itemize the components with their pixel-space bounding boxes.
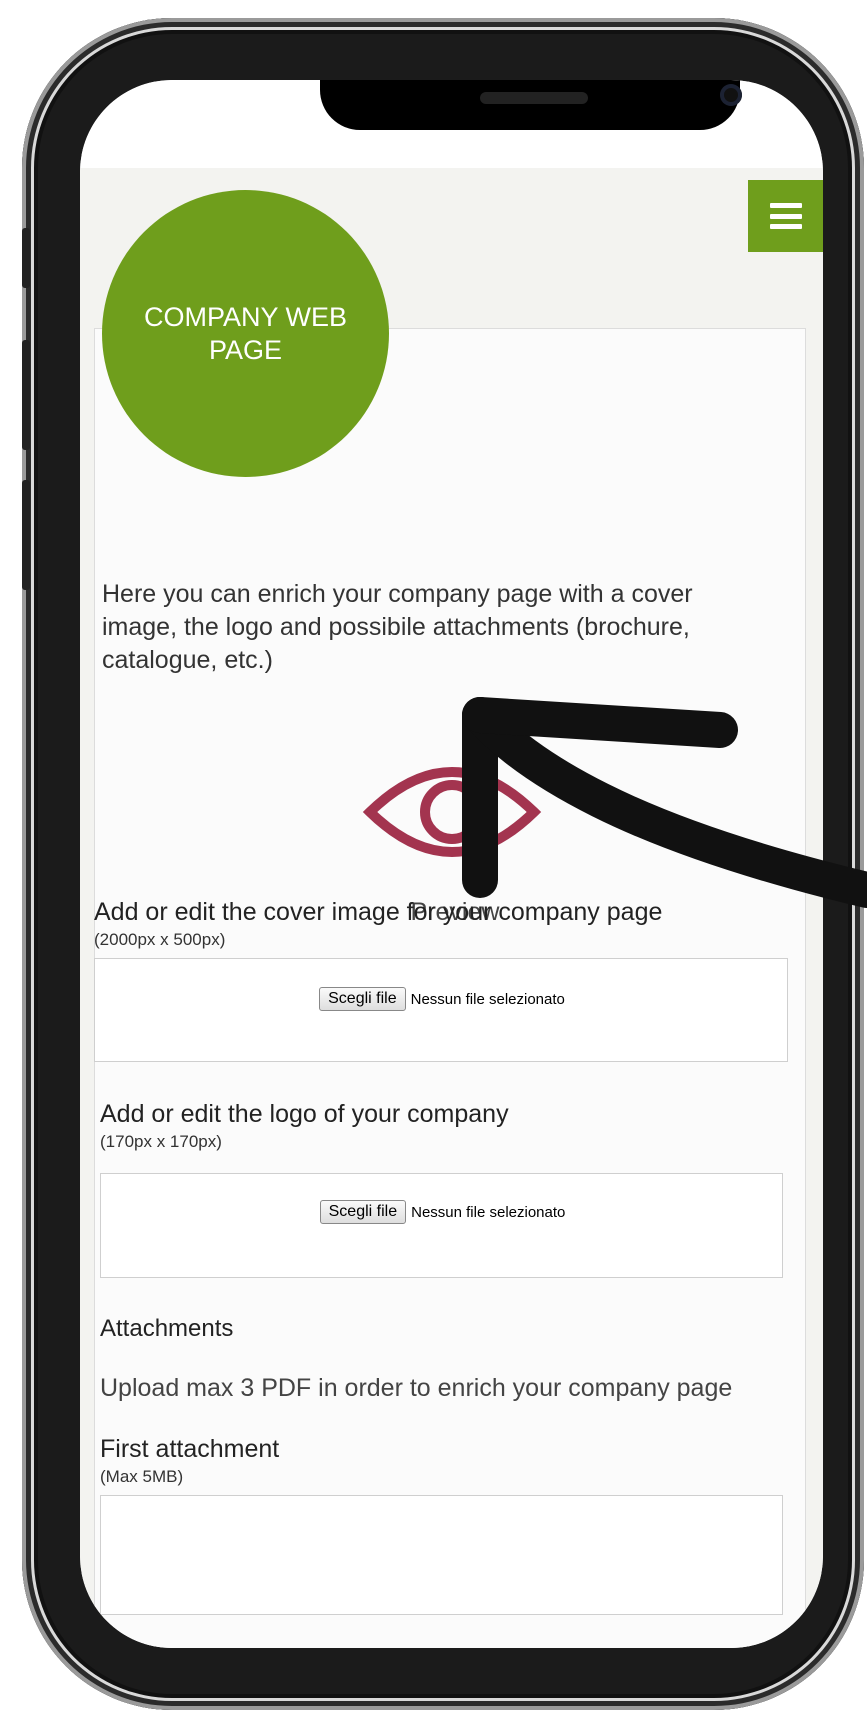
file-status-text: Nessun file selezionato	[411, 1203, 566, 1221]
hamburger-menu-icon	[769, 203, 802, 229]
logo-file-input[interactable]: Scegli file Nessun file selezionato	[101, 1200, 784, 1224]
intro-text: Here you can enrich your company page wi…	[102, 580, 693, 674]
attachments-description: Upload max 3 PDF in order to enrich your…	[100, 1374, 733, 1402]
first-attachment-size-hint: (Max 5MB)	[100, 1467, 184, 1486]
site-logo[interactable]: COMPANY WEB PAGE	[102, 190, 389, 477]
phone-screen: COMPANY WEB PAGE Here you can enrich you…	[80, 80, 823, 1648]
first-attachment-label: First attachment	[100, 1435, 280, 1463]
menu-button[interactable]	[748, 180, 823, 252]
site-logo-text: COMPANY WEB PAGE	[143, 301, 348, 365]
logo-upload-box: Scegli file Nessun file selezionato	[100, 1173, 783, 1278]
cover-image-size-hint: (2000px x 500px)	[94, 930, 226, 949]
choose-file-button[interactable]: Scegli file	[319, 1200, 407, 1224]
notch	[320, 80, 742, 130]
eye-icon[interactable]	[362, 757, 542, 867]
cover-file-input[interactable]: Scegli file Nessun file selezionato	[95, 987, 789, 1011]
logo-size-hint: (170px x 170px)	[100, 1132, 222, 1151]
front-camera	[720, 84, 742, 106]
file-status-text: Nessun file selezionato	[410, 990, 565, 1008]
speaker-grille	[480, 92, 588, 104]
attachments-title: Attachments	[100, 1315, 234, 1342]
volume-down-button	[22, 480, 30, 590]
cover-image-label: Add or edit the cover image for your com…	[94, 898, 663, 926]
cover-image-upload-box: Scegli file Nessun file selezionato	[94, 958, 788, 1062]
mute-switch	[22, 228, 30, 288]
first-attachment-upload-box	[100, 1495, 783, 1615]
volume-up-button	[22, 340, 30, 450]
choose-file-button[interactable]: Scegli file	[319, 987, 406, 1011]
logo-label: Add or edit the logo of your company	[100, 1100, 509, 1128]
